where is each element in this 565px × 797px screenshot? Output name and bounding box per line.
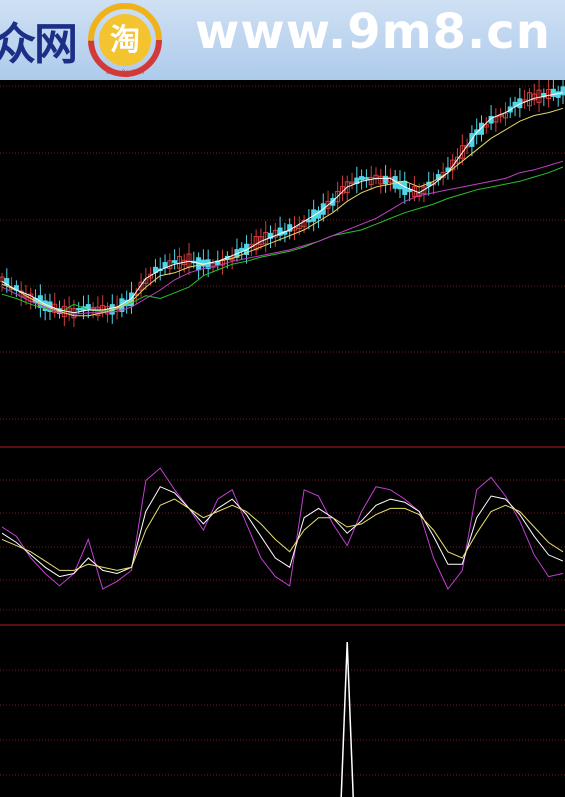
- candle-body: [383, 175, 389, 185]
- ma-line-magenta: [1, 160, 564, 315]
- banner-left-text: 众网: [0, 19, 78, 70]
- ma-line-green: [1, 166, 564, 314]
- candle-body: [560, 86, 565, 96]
- logo-subtext: www.9m8.cn: [106, 69, 145, 76]
- ma-line-yellow: [1, 107, 564, 317]
- ma-line-white: [1, 92, 564, 314]
- site-url-text: www.9m8.cn: [195, 4, 551, 60]
- stock-chart: [0, 80, 565, 797]
- candle-body: [359, 176, 365, 181]
- site-logo: 淘 www.9m8.cn: [88, 3, 162, 77]
- candle-body: [363, 177, 369, 180]
- candle-body: [555, 91, 561, 98]
- candle-body: [550, 88, 556, 97]
- osc-line-white: [1, 486, 564, 578]
- candle-body: [200, 259, 206, 267]
- site-banner: 众网 淘 www.9m8.cn www.9m8.cn: [0, 0, 565, 80]
- candle-body: [306, 219, 312, 223]
- candle-body: [85, 304, 91, 310]
- candle-body: [172, 260, 178, 264]
- candle-body: [239, 247, 245, 252]
- osc-line-magenta: [1, 467, 564, 590]
- logo-glyph: 淘: [110, 23, 140, 58]
- candle-body: [76, 307, 82, 311]
- volume-spike-line: [340, 641, 354, 797]
